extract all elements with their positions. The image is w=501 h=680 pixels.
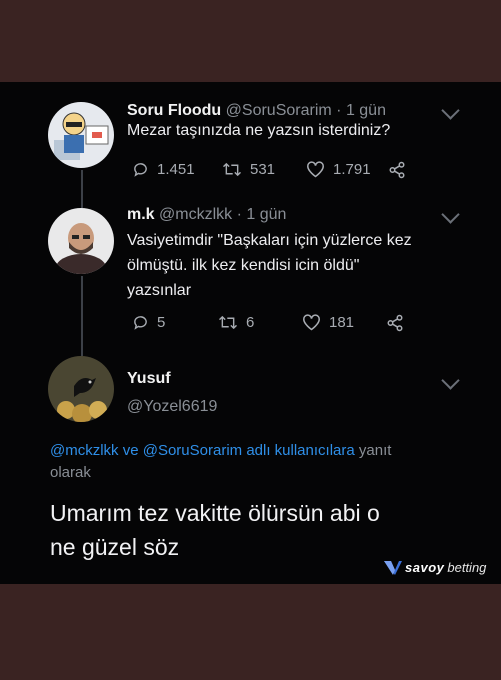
replying-to-links[interactable]: @mckzlkk ve @SoruSorarim adlı kullanıcıl… [50,442,355,459]
tweet-text-line: ölmüştü. ilk kez kendisi icin öldü" [127,257,360,274]
replying-to: @mckzlkk ve @SoruSorarim adlı kullanıcıl… [50,440,470,484]
share-action[interactable] [388,161,406,179]
author-handle-row: @Yozel6619 [127,398,217,416]
retweet-icon [218,314,238,331]
reply-icon [132,314,149,331]
tweet-header: m.k @mckzlkk · 1 gün [127,206,286,224]
separator-dot: · [336,102,342,119]
reply-action[interactable]: 5 [132,314,165,331]
retweet-count: 6 [246,314,255,331]
thread-line [81,170,83,208]
tweet-text-line: Umarım tez vakitte ölürsün abi o [50,500,380,526]
tweet-text: Mezar taşınızda ne yazsın isterdiniz? [127,122,391,139]
avatar-mk[interactable] [48,208,114,274]
author-name[interactable]: Soru Floodu [127,102,221,119]
replying-to-suffix-2: olarak [50,464,91,481]
chevron-down-icon[interactable] [441,101,460,120]
replying-to-suffix: yanıt [358,442,392,459]
screenshot-screen: Soru Floodu @SoruSorarim · 1 gün Mezar t… [0,82,501,584]
chevron-down-icon[interactable] [441,371,460,390]
thread-line [81,276,83,356]
avatar-yusuf[interactable] [48,356,114,422]
share-action[interactable] [386,314,404,332]
separator-dot: · [236,206,242,223]
like-count: 1.791 [333,161,371,178]
reply-count: 5 [157,314,166,331]
savoy-logo-icon [384,560,402,575]
tweet-text: Vasiyetimdir "Başkaları için yüzlerce ke… [127,228,467,303]
retweet-count: 531 [250,161,276,178]
reply-action[interactable]: 1.451 [132,161,195,178]
tweet-text-line: ne güzel söz [50,534,180,560]
like-action[interactable]: 181 [302,314,354,331]
share-icon [386,314,404,332]
retweet-icon [222,161,242,178]
chevron-down-icon[interactable] [441,205,460,224]
author-handle[interactable]: @SoruSorarim [226,102,332,119]
share-icon [388,161,406,179]
reply-icon [132,161,149,178]
author-name[interactable]: m.k [127,206,155,223]
author-name[interactable]: Yusuf [127,370,171,387]
watermark-logo: savoy betting [384,560,486,575]
tweet-text-line: yazsınlar [127,282,192,299]
watermark-text-thin: betting [447,560,487,575]
tweet-text-line: Vasiyetimdir "Başkaları için yüzlerce ke… [127,232,412,249]
tweet-header: Yusuf [127,370,171,388]
like-icon [306,161,325,178]
author-handle[interactable]: @Yozel6619 [127,398,217,415]
author-handle[interactable]: @mckzlkk [159,206,232,223]
avatar-soru-floodu[interactable] [48,102,114,168]
timestamp[interactable]: 1 gün [346,102,386,119]
like-count: 181 [329,314,355,331]
watermark-text-bold: savoy [405,560,445,575]
reply-count: 1.451 [157,161,195,178]
like-action[interactable]: 1.791 [306,161,371,178]
reply-tweet-text: Umarım tez vakitte ölürsün abi o ne güze… [50,496,470,564]
retweet-action[interactable]: 6 [218,314,254,331]
retweet-action[interactable]: 531 [222,161,275,178]
like-icon [302,314,321,331]
timestamp[interactable]: 1 gün [246,206,286,223]
